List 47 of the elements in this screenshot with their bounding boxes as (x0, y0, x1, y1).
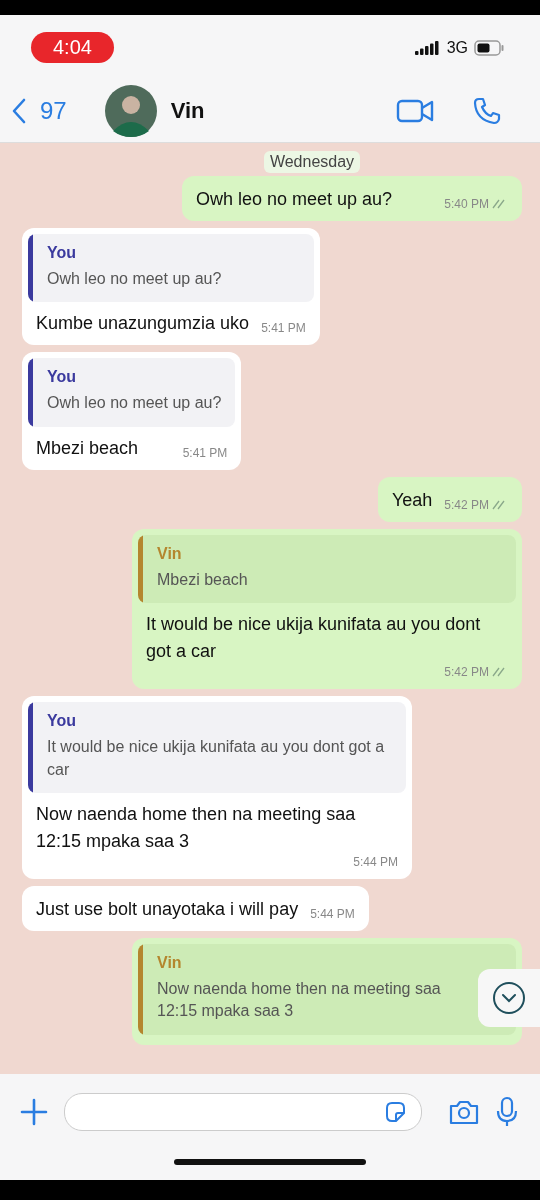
phone-icon[interactable] (472, 96, 502, 126)
chevron-left-icon (12, 98, 26, 124)
message-input-field[interactable] (64, 1093, 422, 1131)
quote-text: Owh leo no meet up au? (47, 269, 222, 289)
message-time: 5:41 PM (261, 321, 306, 336)
camera-icon[interactable] (448, 1098, 480, 1126)
quote-author: You (47, 244, 78, 262)
status-time: 4:04 (31, 32, 114, 63)
quote-text: Owh leo no meet up au? (47, 393, 222, 414)
contact-name[interactable]: Vin (170, 98, 205, 124)
quote-author: You (47, 712, 78, 731)
message-text: Mbezi beach (36, 436, 139, 460)
date-chip: Wednesday (263, 151, 361, 173)
back-button[interactable]: 97 (12, 97, 67, 125)
message-text: Owh leo no meet up au? (196, 188, 393, 211)
message-time: 5:42 PM (444, 497, 489, 512)
message-text: Just use bolt unayotaka i will pay (36, 897, 299, 921)
quote-text: Now naenda home then na meeting saa 12:15 mpaka saa 3 (157, 978, 442, 1022)
quote-text: Mbezi beach (157, 569, 248, 590)
quote-text: It would be nice ukija kunifata au you dont got a car (47, 737, 386, 780)
message-time: 5:44 PM (310, 906, 355, 921)
message-time: 5:40 PM (444, 197, 489, 211)
battery-icon (474, 39, 504, 56)
reply-quote[interactable]: You Owh leo no meet up au? (28, 358, 236, 427)
microphone-icon[interactable] (496, 1096, 518, 1128)
quote-author: Vin (157, 953, 183, 972)
chevron-down-icon (492, 981, 526, 1015)
network-label: 3G (446, 38, 468, 57)
message-text: Now naenda home then na meeting saa 12:15 mpaka saa 3 (36, 802, 357, 853)
scroll-down-button[interactable] (478, 969, 540, 1027)
message-text: Yeah (391, 488, 433, 512)
quote-author: Vin (157, 544, 183, 563)
quote-author: You (47, 368, 78, 387)
signal-icon (414, 40, 441, 55)
reply-quote[interactable]: Vin Now naenda home then na meeting saa 12:15 mpaka saa 3 (138, 943, 516, 1035)
message-text: It would be nice ukija kunifata au you dont got a car (146, 613, 482, 664)
message-text: Kumbe unazungumzia uko (36, 312, 250, 336)
reply-quote[interactable]: Vin Mbezi beach (138, 534, 516, 604)
reply-quote[interactable]: You Owh leo no meet up au? (28, 234, 314, 303)
sticker-icon[interactable] (383, 1100, 407, 1124)
message-time: 5:44 PM (353, 854, 398, 869)
video-call-icon[interactable] (396, 98, 434, 124)
avatar-icon[interactable] (104, 85, 157, 137)
reply-quote[interactable]: You It would be nice ukija kunifata au you dont got a car (28, 702, 406, 793)
plus-icon[interactable] (20, 1098, 48, 1126)
message-time: 5:41 PM (182, 445, 228, 460)
message-time: 5:42 PM (444, 665, 489, 680)
